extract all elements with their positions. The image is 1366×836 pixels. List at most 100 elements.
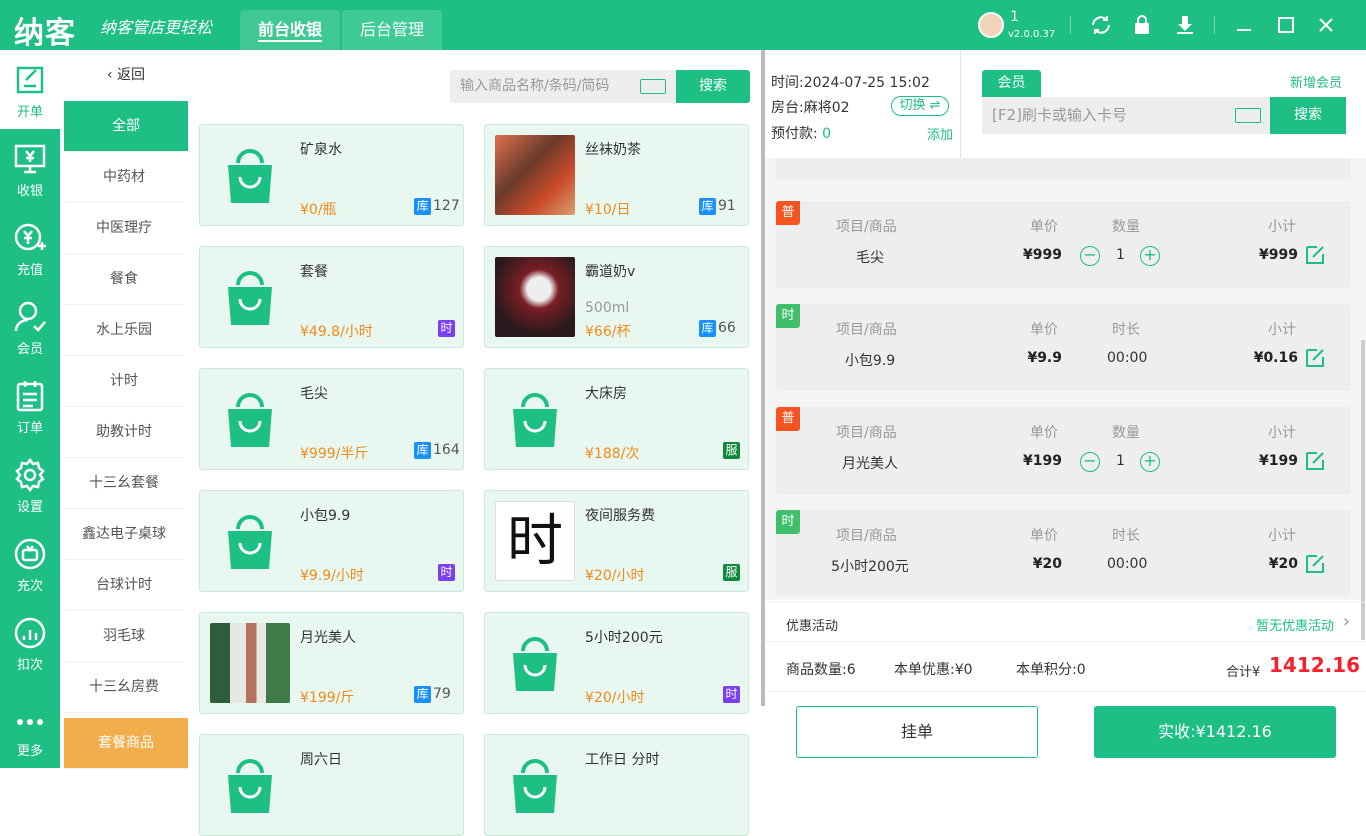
category-item[interactable]: 鑫达电子桌球 [64,509,184,560]
plus-icon[interactable]: + [1140,246,1160,266]
order-item-duration: 00:00 [1107,350,1148,366]
category-item[interactable]: 计时 [64,356,184,407]
hold-order-button[interactable]: 挂单 [796,706,1038,758]
edit-icon[interactable] [1304,244,1326,266]
tab-front-cashier[interactable]: 前台收银 [240,10,340,50]
category-item[interactable]: 餐食 [64,254,184,305]
category-item[interactable]: 水上乐园 [64,305,184,356]
nav-member[interactable]: 会员 [0,287,60,366]
order-item-tag: 普 [776,407,800,431]
app-logo: 纳客 [14,16,76,51]
col-subtotal-header: 小计 [1268,219,1296,235]
category-item[interactable]: 台球计时 [64,560,184,611]
order-item-qty[interactable]: 1 [1116,453,1125,469]
top-bar: 纳客 纳客管店更轻松 前台收银 后台管理 1 v2.0.0.37 [0,0,1366,51]
col-qty-header: 数量 [1112,219,1140,235]
order-item [776,158,1351,180]
nav-cashier[interactable]: 收银 [0,129,60,208]
product-card[interactable]: 周六日 [199,734,464,836]
main-nav: 开单 收银 充值 会员 订单 设置 充次 扣次 更多 [0,50,60,768]
nav-recharge-count[interactable]: 充次 [0,524,60,603]
product-card[interactable]: 套餐 ¥49.8/小时 时 [199,246,464,348]
nav-label: 收银 [16,184,43,199]
keyboard-icon[interactable] [1235,108,1261,123]
nav-settings[interactable]: 设置 [0,445,60,524]
close-icon[interactable] [1314,13,1338,37]
product-card[interactable]: 5小时200元 ¥20/小时 时 [484,612,749,714]
product-card[interactable]: 毛尖 ¥999/半斤 库 164 [199,368,464,470]
member-card-input[interactable]: [F2]刷卡或输入卡号 [982,97,1271,134]
category-item[interactable]: 套餐商品 [64,718,188,769]
minus-icon[interactable]: − [1080,246,1100,266]
col-item-header: 项目/商品 [836,425,897,441]
order-item-tag: 普 [776,201,800,225]
product-type-badge: 库 [699,198,716,215]
edit-icon[interactable] [1304,450,1326,472]
nav-deduct-count[interactable]: 扣次 [0,603,60,682]
product-card[interactable]: 小包9.9 ¥9.9/小时 时 [199,490,464,592]
new-member-link[interactable]: 新增会员 [1290,72,1342,91]
member-search-button[interactable]: 搜索 [1270,97,1346,134]
nav-recharge[interactable]: 充值 [0,208,60,287]
tab-back-admin[interactable]: 后台管理 [342,10,442,50]
shopping-bag-icon [513,393,557,447]
refresh-icon[interactable] [1089,13,1113,37]
nav-label: 开单 [16,105,43,120]
minimize-icon[interactable] [1232,13,1256,37]
product-name: 夜间服务费 [585,508,655,524]
edit-icon[interactable] [1304,347,1326,369]
avatar[interactable] [978,12,1004,38]
category-item[interactable]: 十三幺房费 [64,662,184,713]
product-card[interactable]: 矿泉水 ¥0/瓶 库 127 [199,124,464,226]
divider [1070,16,1071,34]
col-price-header: 单价 [1030,219,1058,235]
pay-button[interactable]: 实收:¥1412.16 [1094,706,1336,758]
minus-icon[interactable]: − [1080,452,1100,472]
plus-icon[interactable]: + [1140,452,1160,472]
product-card[interactable]: 霸道奶v 500ml ¥66/杯 库 66 [484,246,749,348]
edit-icon[interactable] [1304,553,1326,575]
time-value: 2024-07-25 15:02 [803,75,930,91]
order-points: 本单积分:0 [1016,662,1086,678]
download-icon[interactable] [1173,13,1197,37]
col-qty-header: 数量 [1112,425,1140,441]
category-item[interactable]: 中药材 [64,152,184,203]
nav-orders[interactable]: 订单 [0,366,60,445]
promotion-row[interactable]: 优惠活动 暂无优惠活动 › [765,602,1366,642]
category-item[interactable]: 十三幺套餐 [64,458,184,509]
keyboard-icon[interactable] [640,79,666,94]
product-price: ¥9.9/小时 [300,568,364,584]
category-item[interactable]: 助教计时 [64,407,184,458]
lock-icon[interactable] [1130,13,1154,37]
nav-open-order[interactable]: 开单 [0,50,60,129]
category-item[interactable]: 全部 [64,101,188,152]
product-card[interactable]: 工作日 分时 [484,734,749,836]
product-price: ¥0/瓶 [300,202,337,218]
goods-search-input[interactable]: 输入商品名称/条码/简码 [450,70,676,103]
product-price: ¥10/日 [585,202,631,218]
member-tab[interactable]: 会员 [982,70,1041,97]
product-card[interactable]: 大床房 ¥188/次 服 [484,368,749,470]
product-name: 5小时200元 [585,630,663,646]
product-card[interactable]: 丝袜奶茶 ¥10/日 库 91 [484,124,749,226]
category-item[interactable]: 中医理疗 [64,203,184,254]
product-name: 大床房 [585,386,627,402]
maximize-icon[interactable] [1274,13,1298,37]
goods-search-button[interactable]: 搜索 [676,70,750,103]
add-prepay-link[interactable]: 添加 [927,124,953,143]
switch-room-button[interactable]: 切换 ⇌ [891,96,949,116]
order-item: 时项目/商品 单价 时长 小计 5小时200元 ¥20 00:00 ¥20 [776,510,1351,597]
back-button[interactable]: ‹ 返回 [64,50,188,101]
category-list: ‹ 返回 全部 中药材 中医理疗 餐食 水上乐园 计时 助教计时 十三幺套餐 鑫… [64,50,252,769]
member-icon [14,301,46,332]
order-scrollbar[interactable] [1361,340,1365,640]
product-card[interactable]: 时夜间服务费 ¥20/小时 服 [484,490,749,592]
product-card[interactable]: 月光美人 ¥199/斤 库 79 [199,612,464,714]
order-item-qty[interactable]: 1 [1116,247,1125,263]
category-item[interactable]: 羽毛球 [64,611,184,662]
prepay-label: 预付款: [771,126,818,142]
chevron-right-icon: › [1342,611,1350,632]
nav-more[interactable]: 更多 [0,682,60,768]
order-summary: 商品数量:6 本单优惠:¥0 本单积分:0 合计¥ 1412.16 [765,642,1366,692]
product-spec: 500ml [585,300,630,316]
